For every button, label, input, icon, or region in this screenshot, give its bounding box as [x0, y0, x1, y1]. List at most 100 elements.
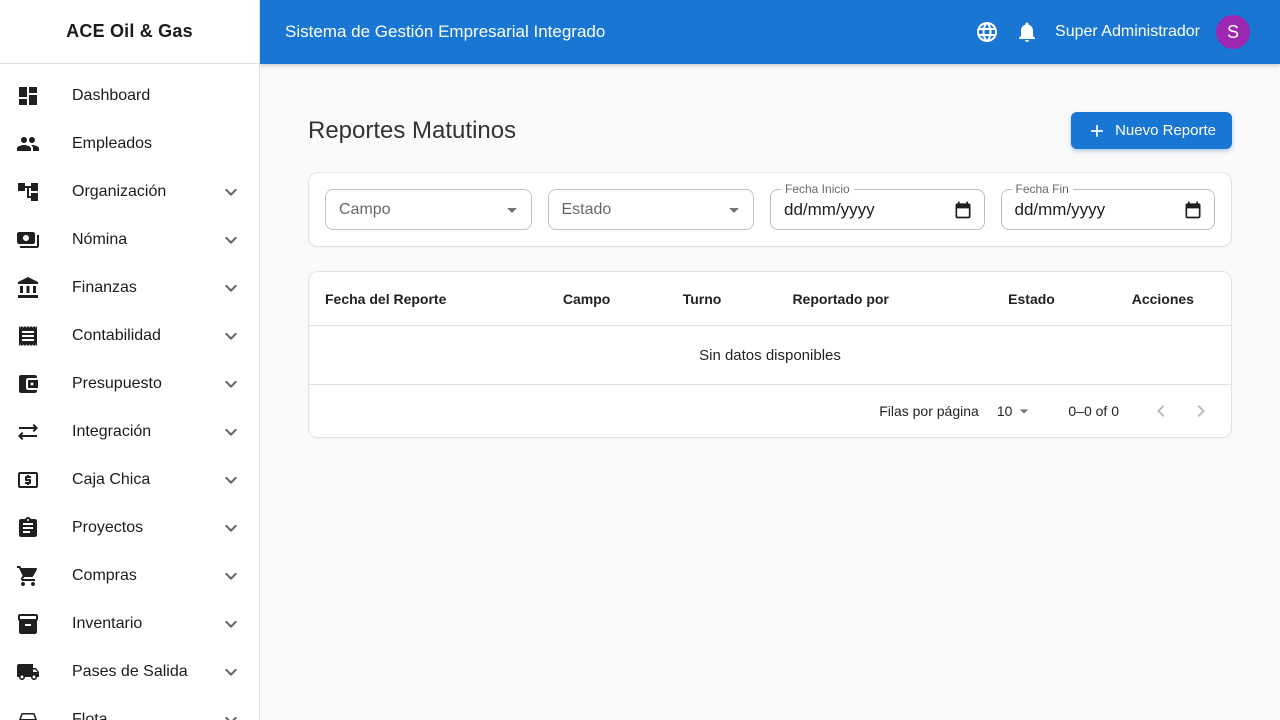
- sidebar-item-presupuesto[interactable]: Presupuesto: [0, 360, 259, 408]
- sidebar-item-integraci-n[interactable]: Integración: [0, 408, 259, 456]
- dropdown-arrow-icon: [1020, 409, 1029, 414]
- rows-per-page-label: Filas por página: [879, 403, 979, 419]
- chevron-down-icon: [219, 516, 243, 540]
- user-name: Super Administrador: [1055, 23, 1200, 40]
- bank-icon: [16, 276, 40, 300]
- wallet-icon: [16, 372, 40, 396]
- chevron-down-icon: [225, 188, 237, 196]
- chevron-down-icon: [225, 380, 237, 388]
- chevron-down-icon: [225, 668, 237, 676]
- sidebar-item-label: Presupuesto: [72, 375, 162, 392]
- sidebar-item-flota[interactable]: Flota: [0, 696, 259, 720]
- truck-icon: [17, 664, 39, 680]
- car-icon: [19, 713, 37, 720]
- page-title: Reportes Matutinos: [308, 116, 517, 144]
- sidebar-item-label: Proyectos: [72, 519, 144, 536]
- truck-icon: [16, 660, 40, 684]
- dropdown-arrow-icon: [729, 207, 739, 213]
- company-name: ACE Oil & Gas: [66, 21, 193, 41]
- chevron-down-icon: [219, 612, 243, 636]
- chevron-down-icon: [225, 428, 237, 436]
- clipboard-icon: [19, 517, 37, 537]
- page-header: Reportes Matutinos Nuevo Reporte: [308, 112, 1232, 149]
- estado-select-label: Estado: [561, 200, 612, 218]
- reports-table: Fecha del Reporte Campo Turno Reportado por…: [308, 271, 1232, 438]
- bank-icon: [18, 277, 38, 298]
- fecha-inicio-input[interactable]: Fecha Inicio dd/mm/yyyy: [770, 182, 985, 230]
- sidebar-item-label: Flota: [72, 711, 108, 720]
- inventory-icon: [18, 614, 38, 634]
- calendar-icon[interactable]: [953, 200, 973, 220]
- chevron-down-icon: [219, 276, 243, 300]
- sidebar-item-inventario[interactable]: Inventario: [0, 600, 259, 648]
- sidebar-item-label: Compras: [72, 567, 137, 584]
- column-header-fecha-del-reporte: Fecha del Reporte: [325, 290, 447, 307]
- sidebar-header: ACE Oil & Gas: [0, 0, 259, 64]
- empty-state-message: Sin datos disponibles: [699, 346, 841, 364]
- payments-icon: [17, 232, 39, 248]
- car-icon: [16, 708, 40, 720]
- pagination-range: 0–0 of 0: [1068, 403, 1119, 419]
- column-header-estado: Estado: [1008, 290, 1055, 307]
- sidebar-item-label: Integración: [72, 423, 152, 440]
- calendar-icon[interactable]: [1183, 200, 1203, 220]
- sidebar-item-label: Pases de Salida: [72, 663, 188, 680]
- sync-icon: [18, 424, 38, 440]
- fecha-fin-input[interactable]: Fecha Fin dd/mm/yyyy: [1000, 182, 1215, 230]
- people-icon: [17, 137, 39, 151]
- chevron-down-icon: [219, 324, 243, 348]
- sidebar-item-compras[interactable]: Compras: [0, 552, 259, 600]
- sidebar-item-label: Finanzas: [72, 279, 137, 296]
- sidebar-item-label: Dashboard: [72, 87, 151, 104]
- sidebar-item-pases-de-salida[interactable]: Pases de Salida: [0, 648, 259, 696]
- column-header-reportado-por: Reportado por: [792, 290, 889, 307]
- campo-select[interactable]: Campo: [325, 189, 532, 230]
- new-report-button[interactable]: Nuevo Reporte: [1071, 112, 1232, 149]
- chevron-down-icon: [219, 372, 243, 396]
- inventory-icon: [16, 612, 40, 636]
- chevron-left-icon: [1157, 405, 1165, 417]
- receipt-icon: [16, 324, 40, 348]
- sidebar-item-organizaci-n[interactable]: Organización: [0, 168, 259, 216]
- sidebar: ACE Oil & Gas Dashboard Empleados Organiza…: [0, 0, 260, 720]
- chevron-down-icon: [219, 468, 243, 492]
- sidebar-item-label: Contabilidad: [72, 327, 161, 344]
- avatar[interactable]: S: [1216, 15, 1250, 49]
- table-header-row: Fecha del Reporte Campo Turno Reportado por…: [309, 272, 1231, 326]
- sidebar-item-dashboard[interactable]: Dashboard: [0, 72, 259, 120]
- dashboard-icon: [19, 87, 37, 105]
- sidebar-item-finanzas[interactable]: Finanzas: [0, 264, 259, 312]
- rows-per-page-select[interactable]: 10: [997, 401, 1035, 421]
- pagination: Filas por página 10 0–0 of 0: [309, 385, 1231, 437]
- dashboard-icon: [16, 84, 40, 108]
- sidebar-item-contabilidad[interactable]: Contabilidad: [0, 312, 259, 360]
- cash-icon: [16, 468, 40, 492]
- sidebar-item-n-mina[interactable]: Nómina: [0, 216, 259, 264]
- previous-page-button[interactable]: [1141, 391, 1181, 431]
- notifications-button[interactable]: [1007, 12, 1047, 52]
- column-header-acciones: Acciones: [1131, 290, 1194, 307]
- chevron-right-icon: [1197, 405, 1205, 417]
- language-button[interactable]: [967, 12, 1007, 52]
- sidebar-item-empleados[interactable]: Empleados: [0, 120, 259, 168]
- filters-card: Campo Estado Fecha Inicio dd/mm/yyyy Fec…: [308, 172, 1232, 247]
- receipt-icon: [19, 326, 37, 346]
- chevron-down-icon: [225, 572, 237, 580]
- fecha-fin-value: dd/mm/yyyy: [1014, 199, 1106, 219]
- cash-icon: [18, 472, 38, 488]
- chevron-down-icon: [219, 708, 243, 720]
- plus-icon: [1091, 124, 1103, 137]
- chevron-down-icon: [219, 660, 243, 684]
- topbar-actions: Super Administrador S: [967, 12, 1250, 52]
- globe-icon: [977, 22, 998, 42]
- sidebar-item-caja-chica[interactable]: Caja Chica: [0, 456, 259, 504]
- estado-select[interactable]: Estado: [547, 189, 754, 230]
- chevron-down-icon: [225, 620, 237, 628]
- next-page-button[interactable]: [1181, 391, 1221, 431]
- org-tree-icon: [18, 183, 38, 201]
- sidebar-item-label: Inventario: [72, 615, 143, 632]
- app-title: Sistema de Gestión Empresarial Integrado: [285, 22, 606, 41]
- empty-state: Sin datos disponibles: [309, 326, 1231, 385]
- chevron-down-icon: [219, 420, 243, 444]
- sidebar-item-proyectos[interactable]: Proyectos: [0, 504, 259, 552]
